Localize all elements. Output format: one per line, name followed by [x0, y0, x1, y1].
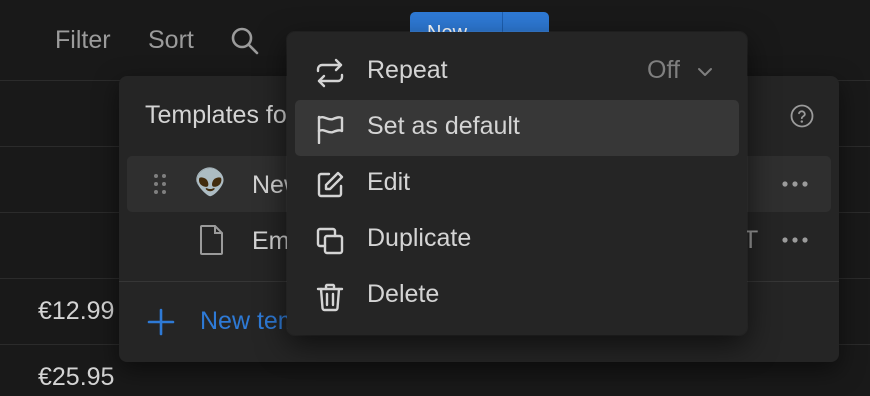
- chevron-down-icon: [697, 66, 713, 78]
- drag-handle-icon[interactable]: [153, 172, 167, 196]
- templates-title: Templates for: [145, 101, 296, 129]
- price-cell: €12.99: [38, 297, 115, 325]
- alien-emoji-icon: 👽: [194, 167, 227, 197]
- edit-icon: [315, 170, 345, 200]
- document-icon: [198, 224, 226, 256]
- more-options-icon[interactable]: [779, 230, 811, 250]
- plus-icon: [145, 306, 177, 338]
- menu-item-set-as-default[interactable]: Set as default: [295, 100, 739, 156]
- menu-item-label: Set as default: [367, 112, 520, 140]
- menu-item-label: Edit: [367, 168, 411, 196]
- help-circle-icon[interactable]: [790, 104, 814, 128]
- flag-icon: [315, 114, 345, 144]
- trash-icon: [315, 282, 345, 312]
- sort-button[interactable]: Sort: [148, 26, 194, 55]
- menu-item-label: Duplicate: [367, 224, 472, 252]
- filter-button[interactable]: Filter: [55, 26, 111, 55]
- repeat-icon: [315, 58, 345, 88]
- context-menu: Repeat Off Set as default Edit Duplicate: [287, 32, 747, 335]
- menu-item-repeat[interactable]: Repeat Off: [295, 44, 739, 100]
- price-cell: €25.95: [38, 363, 115, 391]
- menu-item-edit[interactable]: Edit: [295, 156, 739, 212]
- menu-item-label: Delete: [367, 280, 440, 308]
- menu-item-duplicate[interactable]: Duplicate: [295, 212, 739, 268]
- menu-item-delete[interactable]: Delete: [295, 268, 739, 324]
- search-icon[interactable]: [230, 26, 260, 56]
- duplicate-icon: [315, 226, 345, 256]
- repeat-value[interactable]: Off: [647, 56, 680, 85]
- menu-item-label: Repeat: [367, 56, 448, 84]
- more-options-icon[interactable]: [779, 174, 811, 194]
